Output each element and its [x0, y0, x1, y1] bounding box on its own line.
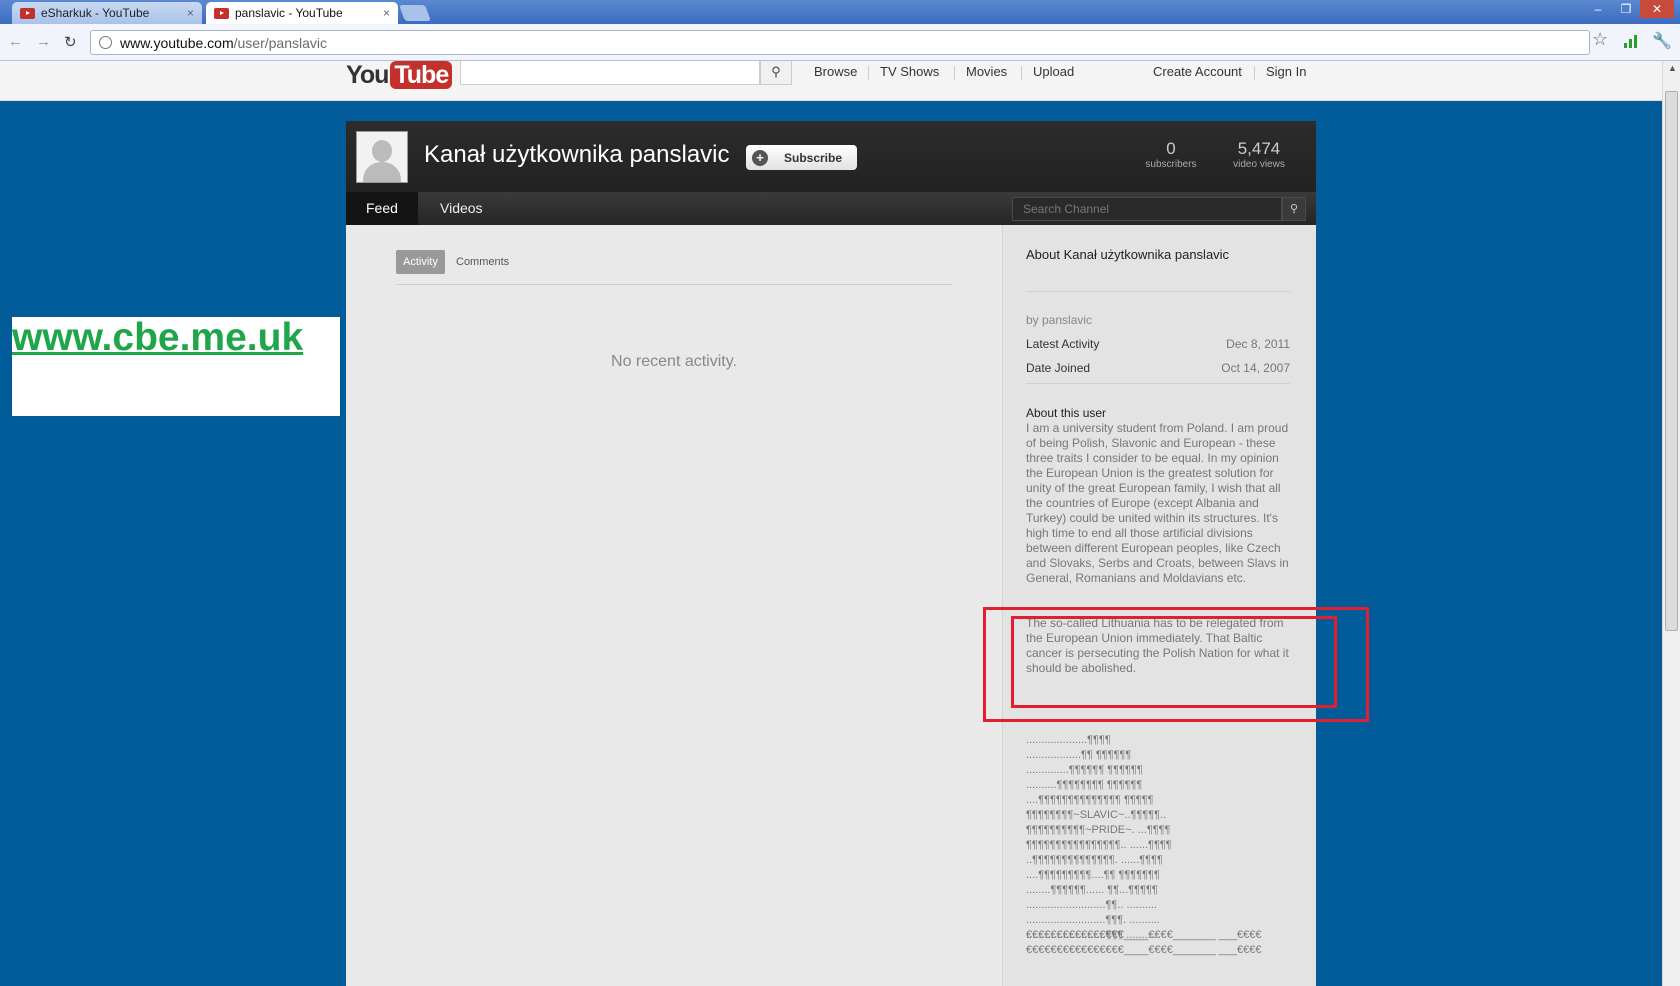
youtube-favicon-icon — [214, 7, 229, 19]
about-title: About Kanał użytkownika panslavic — [1026, 247, 1230, 262]
channel-title: Kanał użytkownika panslavic — [424, 141, 730, 168]
avatar[interactable] — [356, 131, 408, 183]
feed-subtabs: Activity Comments — [396, 250, 952, 285]
tab-title: eSharkuk - YouTube — [41, 6, 150, 20]
channel-header: Kanał użytkownika panslavic + Subscribe … — [346, 121, 1316, 192]
tab-close-icon[interactable]: × — [383, 6, 390, 20]
highlight-box-inner — [1011, 616, 1337, 708]
divider — [1026, 291, 1290, 292]
channel-search-input[interactable]: Search Channel — [1012, 197, 1282, 221]
latest-activity-value: Dec 8, 2011 — [1226, 337, 1290, 351]
latest-activity-row: Latest Activity Dec 8, 2011 — [1026, 337, 1290, 351]
stat-value: 5,474 — [1237, 139, 1281, 158]
search-icon: ⚲ — [771, 64, 781, 79]
nav-separator — [868, 66, 869, 80]
stat-label: subscribers — [1145, 159, 1197, 170]
sign-in-link[interactable]: Sign In — [1266, 64, 1306, 79]
ad-link[interactable]: www.cbe.me.uk — [12, 317, 340, 359]
stat-value: 0 — [1166, 139, 1176, 158]
minimize-button[interactable]: – — [1584, 0, 1612, 18]
url-host: www.youtube.com — [120, 34, 234, 51]
wrench-icon[interactable]: 🔧 — [1652, 31, 1672, 51]
date-joined-value: Oct 14, 2007 — [1221, 361, 1290, 375]
tab-close-icon[interactable]: × — [187, 6, 194, 20]
signal-bars-icon[interactable] — [1624, 34, 1638, 48]
address-bar[interactable]: www.youtube.com/user/panslavic — [90, 30, 1590, 55]
plus-icon: + — [752, 149, 768, 166]
nav-upload[interactable]: Upload — [1033, 64, 1074, 79]
subscribe-label: Subscribe — [784, 150, 843, 165]
tab-strip: eSharkuk - YouTube × panslavic - YouTube… — [0, 0, 1680, 24]
youtube-logo[interactable]: You Tube — [346, 61, 453, 89]
nav-separator — [954, 66, 955, 80]
stat-label: video views — [1233, 159, 1285, 170]
channel-tabs: Feed Videos Search Channel ⚲ — [346, 192, 1316, 225]
tab-title: panslavic - YouTube — [235, 6, 343, 20]
latest-activity-label: Latest Activity — [1026, 337, 1100, 351]
avatar-head-icon — [372, 140, 392, 162]
subtab-activity[interactable]: Activity — [396, 250, 445, 274]
reload-icon[interactable]: ↻ — [64, 33, 77, 51]
nav-separator — [1021, 66, 1022, 80]
scroll-up-icon[interactable]: ▲ — [1668, 63, 1677, 73]
channel-search-button[interactable]: ⚲ — [1282, 197, 1306, 221]
youtube-search-input[interactable] — [460, 61, 760, 85]
avatar-body-icon — [363, 162, 401, 182]
restore-button[interactable]: ❐ — [1612, 0, 1640, 18]
vertical-scrollbar[interactable]: ▲ — [1662, 61, 1680, 986]
create-account-link[interactable]: Create Account — [1153, 64, 1242, 79]
stat-video-views: 5,474 video views — [1214, 139, 1304, 170]
ascii-art-footer: €€€€€€€€€€€€€€€€____€€€€_______ ___€€€€ … — [1026, 929, 1262, 956]
user-bio: I am a university student from Poland. I… — [1026, 421, 1289, 585]
subscribe-button[interactable]: + Subscribe — [746, 145, 857, 170]
browser-tab-panslavic[interactable]: panslavic - YouTube × — [206, 2, 398, 24]
logo-you: You — [346, 61, 389, 89]
browser-tab-esharkuk[interactable]: eSharkuk - YouTube × — [12, 2, 202, 24]
about-sidebar: About Kanał użytkownika panslavic by pan… — [1002, 225, 1316, 986]
bookmark-star-icon[interactable]: ☆ — [1592, 29, 1608, 50]
feed-panel: Activity Comments No recent activity. — [346, 225, 1002, 986]
globe-icon — [99, 36, 112, 49]
divider — [1026, 383, 1290, 384]
byline: by panslavic — [1026, 313, 1093, 327]
new-tab-button[interactable] — [399, 5, 431, 21]
search-button[interactable]: ⚲ — [760, 61, 792, 85]
stat-subscribers: 0 subscribers — [1126, 139, 1216, 170]
scrollbar-thumb[interactable] — [1665, 91, 1678, 631]
close-window-button[interactable]: ✕ — [1640, 0, 1674, 18]
tab-videos[interactable]: Videos — [420, 192, 503, 225]
nav-browse[interactable]: Browse — [814, 64, 857, 79]
nav-tv-shows[interactable]: TV Shows — [880, 64, 939, 79]
date-joined-row: Date Joined Oct 14, 2007 — [1026, 361, 1290, 375]
nav-movies[interactable]: Movies — [966, 64, 1007, 79]
tab-feed[interactable]: Feed — [346, 192, 418, 225]
ad-banner[interactable]: www.cbe.me.uk — [12, 317, 340, 416]
logo-tube: Tube — [390, 61, 453, 89]
nav-separator — [1254, 66, 1255, 80]
page-viewport: You Tube ⚲ Browse TV Shows Movies Upload… — [0, 61, 1662, 986]
search-icon: ⚲ — [1289, 203, 1299, 215]
browser-toolbar: ← → ↻ www.youtube.com/user/panslavic ☆ 🔧 — [0, 24, 1680, 61]
youtube-header: You Tube ⚲ Browse TV Shows Movies Upload… — [0, 61, 1662, 101]
back-icon[interactable]: ← — [8, 33, 23, 50]
forward-icon[interactable]: → — [36, 33, 51, 50]
date-joined-label: Date Joined — [1026, 361, 1091, 375]
ascii-art: ....................¶¶¶¶ ...............… — [1026, 734, 1172, 941]
about-user-label: About this user — [1026, 406, 1107, 420]
subtab-comments[interactable]: Comments — [456, 250, 509, 274]
url-path: /user/panslavic — [233, 34, 327, 51]
no-activity-message: No recent activity. — [611, 353, 737, 370]
channel-container: Kanał użytkownika panslavic + Subscribe … — [346, 121, 1316, 986]
youtube-favicon-icon — [20, 7, 35, 19]
